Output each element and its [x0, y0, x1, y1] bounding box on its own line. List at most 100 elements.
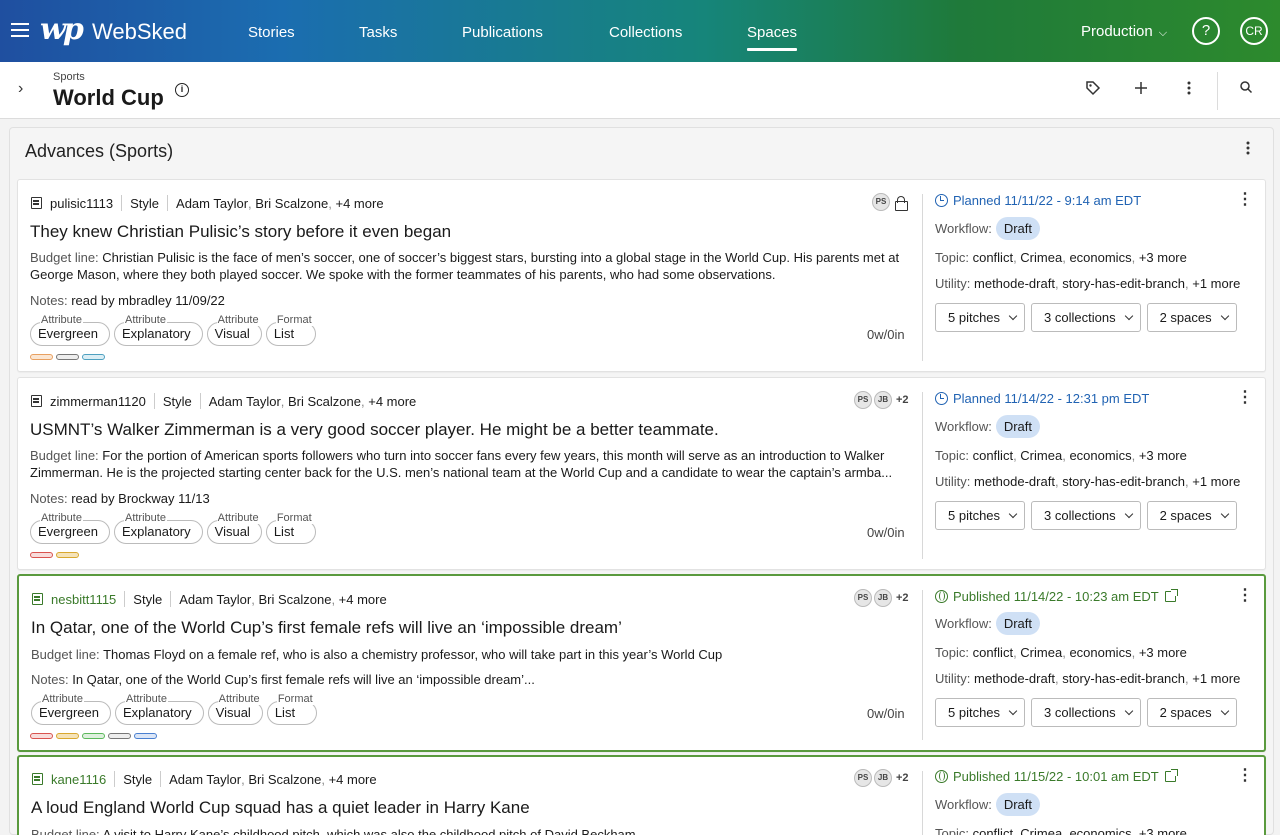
- topic-more[interactable]: +3 more: [1139, 645, 1187, 660]
- more-vertical-icon[interactable]: [1244, 140, 1252, 161]
- story-headline[interactable]: USMNT’s Walker Zimmerman is a very good …: [30, 420, 719, 440]
- topic[interactable]: conflict: [973, 826, 1013, 835]
- topic-more[interactable]: +3 more: [1139, 448, 1187, 463]
- topic[interactable]: Crimea: [1020, 645, 1062, 660]
- author[interactable]: Bri Scalzone: [258, 592, 331, 607]
- format-chip[interactable]: Format List: [266, 693, 318, 725]
- attribute-chip[interactable]: Attribute Explanatory: [114, 693, 204, 725]
- format-chip[interactable]: Format List: [265, 314, 317, 346]
- workflow-status-badge[interactable]: Draft: [995, 793, 1040, 816]
- utility[interactable]: methode-draft: [974, 671, 1055, 686]
- utility[interactable]: methode-draft: [974, 276, 1055, 291]
- breadcrumb[interactable]: Sports: [53, 71, 85, 83]
- spaces-dropdown[interactable]: 2 spaces: [1146, 303, 1237, 332]
- author[interactable]: Bri Scalzone: [255, 196, 328, 211]
- story-card[interactable]: nesbitt1115 Style Adam Taylor, Bri Scalz…: [17, 574, 1266, 752]
- spaces-dropdown[interactable]: 2 spaces: [1146, 501, 1237, 530]
- author[interactable]: Bri Scalzone: [248, 772, 321, 787]
- author[interactable]: Adam Taylor: [169, 772, 241, 787]
- format-chip[interactable]: Format List: [265, 512, 317, 544]
- wp-logo[interactable]: wp: [40, 12, 84, 47]
- utility[interactable]: story-has-edit-branch: [1062, 474, 1185, 489]
- workflow-status-badge[interactable]: Draft: [995, 217, 1040, 240]
- topic[interactable]: Crimea: [1020, 250, 1062, 265]
- add-icon[interactable]: [1133, 80, 1149, 101]
- pitches-dropdown[interactable]: 5 pitches: [935, 501, 1026, 530]
- attribute-chip[interactable]: Attribute Evergreen: [31, 693, 111, 725]
- topic[interactable]: economics: [1069, 645, 1131, 660]
- topic[interactable]: economics: [1069, 826, 1131, 835]
- utility[interactable]: methode-draft: [974, 474, 1055, 489]
- more-authors[interactable]: +4 more: [368, 394, 416, 409]
- topic[interactable]: economics: [1069, 448, 1131, 463]
- info-icon[interactable]: i: [175, 83, 189, 97]
- story-card[interactable]: kane1116 Style Adam Taylor, Bri Scalzone…: [17, 755, 1266, 835]
- search-icon[interactable]: [1239, 80, 1253, 99]
- story-headline[interactable]: A loud England World Cup squad has a qui…: [31, 798, 530, 818]
- topic[interactable]: Crimea: [1020, 448, 1062, 463]
- author[interactable]: Adam Taylor: [179, 592, 251, 607]
- chevron-right-icon[interactable]: ›: [18, 80, 23, 98]
- story-card[interactable]: zimmerman1120 Style Adam Taylor, Bri Sca…: [17, 377, 1266, 570]
- collections-dropdown[interactable]: 3 collections: [1031, 303, 1141, 332]
- author[interactable]: Bri Scalzone: [288, 394, 361, 409]
- more-vertical-icon[interactable]: [1185, 80, 1193, 101]
- app-name[interactable]: WebSked: [92, 19, 187, 45]
- more-authors[interactable]: +4 more: [336, 196, 384, 211]
- attribute-chip[interactable]: Attribute Visual: [206, 512, 262, 544]
- story-card[interactable]: pulisic1113 Style Adam Taylor, Bri Scalz…: [17, 179, 1266, 372]
- utility[interactable]: story-has-edit-branch: [1062, 671, 1185, 686]
- story-slug[interactable]: kane1116: [51, 772, 106, 787]
- help-icon[interactable]: ?: [1192, 17, 1220, 45]
- attribute-chip[interactable]: Attribute Visual: [206, 314, 262, 346]
- more-vertical-icon[interactable]: ⋮: [1237, 192, 1253, 208]
- hamburger-menu-icon[interactable]: [11, 23, 29, 37]
- utility-more[interactable]: +1 more: [1192, 474, 1240, 489]
- nav-tasks[interactable]: Tasks: [359, 24, 397, 41]
- topic[interactable]: Crimea: [1020, 826, 1062, 835]
- nav-publications[interactable]: Publications: [462, 24, 543, 41]
- collections-dropdown[interactable]: 3 collections: [1031, 501, 1141, 530]
- workflow-status-badge[interactable]: Draft: [995, 415, 1040, 438]
- attribute-chip[interactable]: Attribute Explanatory: [113, 512, 203, 544]
- story-slug[interactable]: pulisic1113: [50, 196, 113, 211]
- pitches-dropdown[interactable]: 5 pitches: [935, 303, 1026, 332]
- external-link-icon[interactable]: [1164, 769, 1178, 782]
- more-authors[interactable]: +4 more: [339, 592, 387, 607]
- attribute-chip[interactable]: Attribute Evergreen: [30, 512, 110, 544]
- avatar-more[interactable]: +2: [896, 772, 909, 784]
- more-authors[interactable]: +4 more: [329, 772, 377, 787]
- attribute-chip[interactable]: Attribute Visual: [207, 693, 263, 725]
- pitches-dropdown[interactable]: 5 pitches: [935, 698, 1026, 727]
- tag-icon[interactable]: [1085, 80, 1101, 101]
- attribute-chip[interactable]: Attribute Explanatory: [113, 314, 203, 346]
- avatar-more[interactable]: +2: [896, 592, 909, 604]
- more-vertical-icon[interactable]: ⋮: [1237, 390, 1253, 406]
- utility-more[interactable]: +1 more: [1192, 671, 1240, 686]
- nav-collections[interactable]: Collections: [609, 24, 682, 41]
- more-vertical-icon[interactable]: ⋮: [1237, 768, 1253, 784]
- collections-dropdown[interactable]: 3 collections: [1031, 698, 1141, 727]
- story-slug[interactable]: nesbitt1115: [51, 592, 116, 607]
- more-vertical-icon[interactable]: ⋮: [1237, 588, 1253, 604]
- topic-more[interactable]: +3 more: [1139, 250, 1187, 265]
- author[interactable]: Adam Taylor: [209, 394, 281, 409]
- spaces-dropdown[interactable]: 2 spaces: [1146, 698, 1237, 727]
- author[interactable]: Adam Taylor: [176, 196, 248, 211]
- utility-more[interactable]: +1 more: [1192, 276, 1240, 291]
- topic[interactable]: conflict: [973, 448, 1013, 463]
- story-slug[interactable]: zimmerman1120: [50, 394, 146, 409]
- story-headline[interactable]: They knew Christian Pulisic’s story befo…: [30, 222, 451, 242]
- external-link-icon[interactable]: [1164, 589, 1178, 602]
- topic[interactable]: conflict: [973, 645, 1013, 660]
- nav-stories[interactable]: Stories: [248, 24, 295, 41]
- attribute-chip[interactable]: Attribute Evergreen: [30, 314, 110, 346]
- topic-more[interactable]: +3 more: [1139, 826, 1187, 835]
- workflow-status-badge[interactable]: Draft: [995, 612, 1040, 635]
- user-avatar[interactable]: CR: [1240, 17, 1268, 45]
- story-headline[interactable]: In Qatar, one of the World Cup’s first f…: [31, 618, 622, 638]
- environment-select[interactable]: Production ⌵: [1081, 23, 1167, 40]
- utility[interactable]: story-has-edit-branch: [1062, 276, 1185, 291]
- nav-spaces[interactable]: Spaces: [747, 24, 798, 51]
- topic[interactable]: economics: [1069, 250, 1131, 265]
